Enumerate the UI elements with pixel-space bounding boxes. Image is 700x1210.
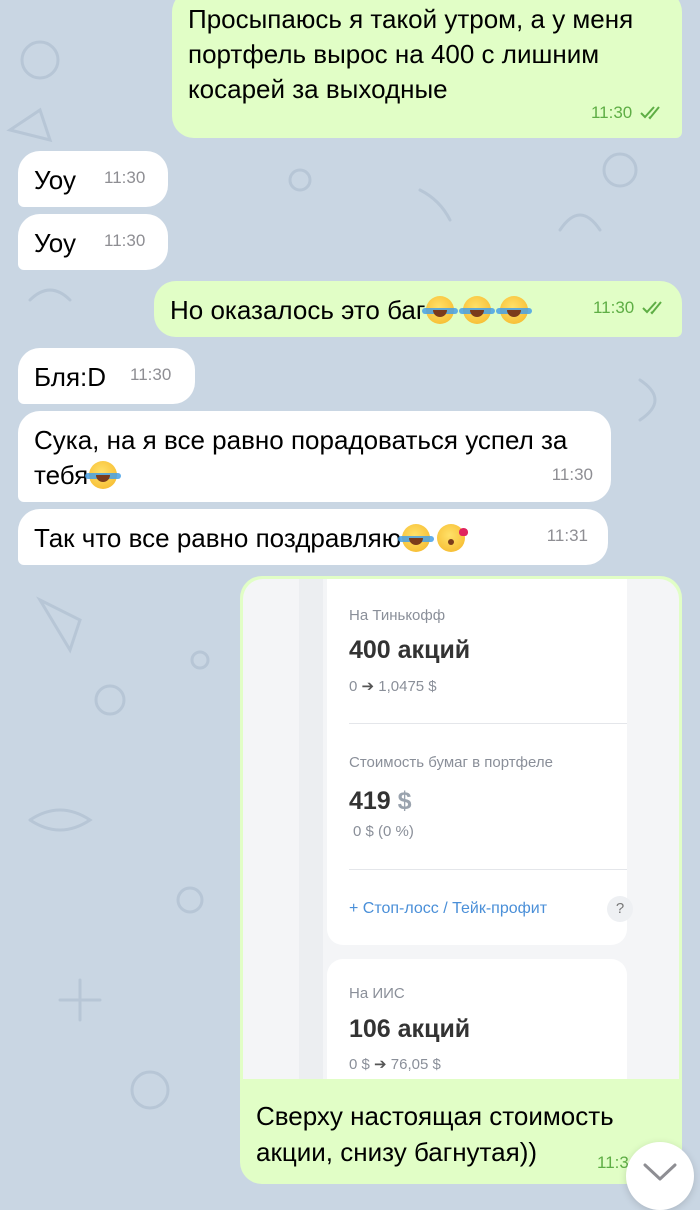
- message-incoming-2[interactable]: Уоу 11:30: [18, 151, 168, 207]
- scroll-to-bottom-button[interactable]: [626, 1142, 694, 1210]
- laughing-emoji-icon: [422, 296, 459, 324]
- laughing-emoji-icon: [459, 296, 496, 324]
- arrow-right-icon: ➔: [361, 678, 375, 695]
- arrow-right-icon: ➔: [374, 1056, 387, 1073]
- holding-card-iis: На ИИС 106 акций 0 $ ➔ 76,05 $: [327, 959, 627, 1079]
- message-time: 11:3: [597, 1153, 629, 1172]
- laughing-emoji-icon: [398, 524, 435, 552]
- kiss-emoji-icon: [437, 524, 469, 552]
- message-incoming-5[interactable]: Бля:D 11:30: [18, 348, 195, 404]
- portfolio-screenshot-image[interactable]: На Тинькофф 400 акций 0 ➔ 1,0475 $ Стоим…: [243, 579, 679, 1079]
- card-price-change: 0 ➔ 1,0475 $: [349, 678, 437, 695]
- laughing-emoji-icon: [85, 461, 122, 489]
- message-text: Уоу: [34, 165, 76, 195]
- photo-message[interactable]: На Тинькофф 400 акций 0 ➔ 1,0475 $ Стоим…: [240, 576, 682, 1184]
- stop-loss-take-profit-link[interactable]: + Стоп-лосс / Тейк-профит: [349, 900, 547, 918]
- message-time: 11:30: [130, 365, 172, 384]
- portfolio-change: 0 $ (0 %): [353, 823, 414, 840]
- message-outgoing-1[interactable]: Просыпаюсь я такой утром, а у меня портф…: [172, 0, 682, 138]
- card-label: На ИИС: [349, 985, 405, 1002]
- message-time: 11:30: [593, 290, 666, 325]
- holding-card-tinkoff: На Тинькофф 400 акций 0 ➔ 1,0475 $ Стоим…: [327, 579, 633, 945]
- message-outgoing-4[interactable]: Но оказалось это баг 11:30: [154, 281, 682, 337]
- message-time: 11:30: [104, 231, 146, 250]
- message-time: 11:31: [546, 526, 588, 545]
- message-incoming-3[interactable]: Уоу 11:30: [18, 214, 168, 270]
- help-icon[interactable]: ?: [607, 896, 633, 922]
- card-title: 106 акций: [349, 1015, 471, 1043]
- message-text: Но оказалось это баг: [170, 295, 426, 325]
- message-time: 11:30: [591, 95, 664, 130]
- portfolio-value: 419 $: [349, 787, 412, 815]
- message-text: Бля:D: [34, 362, 107, 392]
- message-time: 11:30: [104, 168, 146, 187]
- message-time: 11:30: [551, 465, 593, 484]
- card-price-change: 0 $ ➔ 76,05 $: [349, 1056, 441, 1073]
- message-text: Уоу: [34, 228, 76, 258]
- card-label: На Тинькофф: [349, 607, 446, 624]
- message-incoming-6[interactable]: Сука, на я все равно порадоваться успел …: [18, 411, 611, 502]
- card-title: 400 акций: [349, 636, 471, 664]
- screenshot-divider: [299, 579, 323, 1079]
- laughing-emoji-icon: [496, 296, 533, 324]
- read-checkmarks-icon: [642, 301, 662, 315]
- divider: [349, 869, 627, 870]
- message-text: Так что все равно поздравляю: [34, 523, 402, 553]
- message-text: Просыпаюсь я такой утром, а у меня портф…: [188, 4, 634, 104]
- read-checkmarks-icon: [640, 106, 660, 120]
- divider: [349, 723, 627, 724]
- portfolio-value-label: Стоимость бумаг в портфеле: [349, 754, 553, 771]
- message-incoming-7[interactable]: Так что все равно поздравляю 11:31: [18, 509, 608, 565]
- chevron-down-icon: [643, 1163, 677, 1181]
